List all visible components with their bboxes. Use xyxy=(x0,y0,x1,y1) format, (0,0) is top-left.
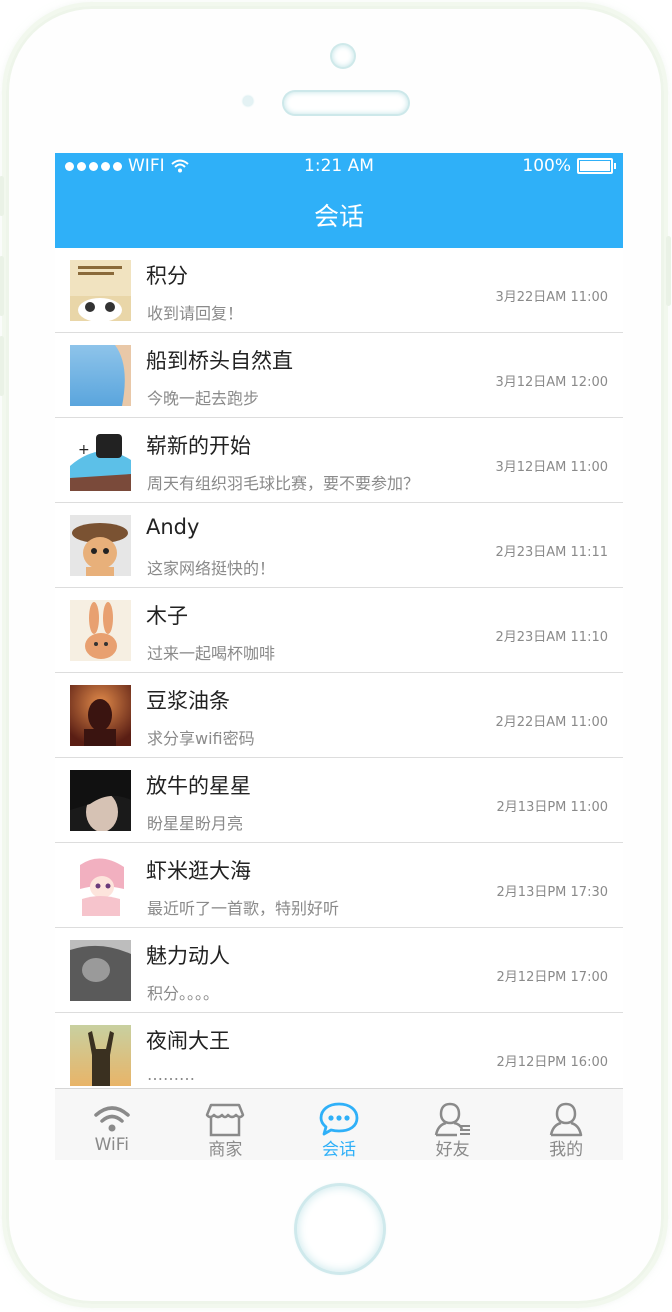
tab-label: WiFi xyxy=(94,1135,130,1155)
avatar-cap-boy-image: + xyxy=(70,430,131,491)
volume-up-button xyxy=(0,256,4,316)
contact-name: 放牛的星星 xyxy=(146,774,251,798)
conversation-row[interactable]: 魅力动人 积分。。。。 2月12日PM 17:00 xyxy=(55,928,623,1013)
avatar-dark-hair-image xyxy=(70,770,131,831)
conversation-row[interactable]: 夜闹大王 ……… 2月12日PM 16:00 xyxy=(55,1013,623,1088)
last-message: 今晚一起去跑步 xyxy=(147,389,260,408)
avatar-sky-image xyxy=(70,345,131,406)
battery-icon xyxy=(577,158,616,174)
contact-name: 豆浆油条 xyxy=(146,689,230,713)
tab-chat[interactable]: 会话 xyxy=(282,1089,396,1160)
avatar-anime-girl-image xyxy=(70,855,131,916)
contact-name: 魅力动人 xyxy=(146,944,230,968)
front-camera xyxy=(332,45,354,67)
message-date: 2月13日PM 17:30 xyxy=(496,885,608,900)
message-date: 2月12日PM 16:00 xyxy=(496,1055,608,1070)
message-date: 2月23日AM 11:10 xyxy=(495,630,608,645)
chat-bubble-icon xyxy=(319,1102,359,1136)
wifi-icon xyxy=(94,1106,130,1132)
contact-name: Andy xyxy=(146,515,200,539)
message-date: 3月12日AM 11:00 xyxy=(495,460,608,475)
contact-name: 船到桥头自然直 xyxy=(146,349,293,373)
avatar-panda-image xyxy=(70,260,131,321)
last-message: 周天有组织羽毛球比赛，要不要参加？ xyxy=(147,474,420,493)
conversation-row[interactable]: + 崭新的开始 周天有组织羽毛球比赛，要不要参加？ 3月12日AM 11:00 xyxy=(55,418,623,503)
message-date: 2月13日PM 11:00 xyxy=(496,800,608,815)
tab-label: 会话 xyxy=(321,1140,356,1160)
avatar-silhouette-image xyxy=(70,685,131,746)
mute-switch xyxy=(0,176,4,216)
svg-text:+: + xyxy=(78,442,90,458)
conversation-row[interactable]: 积分 收到请回复！ 3月22日AM 11:00 xyxy=(55,248,623,333)
last-message: ……… xyxy=(147,1065,195,1084)
tab-me[interactable]: 我的 xyxy=(509,1089,623,1160)
last-message: 这家网络挺快的！ xyxy=(147,559,276,578)
avatar-sunset-image xyxy=(70,1025,131,1086)
conversation-row[interactable]: 船到桥头自然直 今晚一起去跑步 3月12日AM 12:00 xyxy=(55,333,623,418)
message-date: 2月22日AM 11:00 xyxy=(495,715,608,730)
power-button xyxy=(666,236,671,306)
tab-label: 我的 xyxy=(549,1140,584,1160)
contact-name: 崭新的开始 xyxy=(146,434,251,458)
status-bar: WIFI 1:21 AM 100% xyxy=(55,153,623,181)
contact-name: 夜闹大王 xyxy=(146,1029,230,1053)
conversation-list: 积分 收到请回复！ 3月22日AM 11:00 船到桥头自然直 今晚一起去跑步 … xyxy=(55,248,623,1088)
avatar-bw-portrait-image xyxy=(70,940,131,1001)
conversation-row[interactable]: 豆浆油条 求分享wifi密码 2月22日AM 11:00 xyxy=(55,673,623,758)
message-date: 2月23日AM 11:11 xyxy=(495,545,608,560)
message-date: 2月12日PM 17:00 xyxy=(496,970,608,985)
avatar-kitten-image xyxy=(70,515,131,576)
tab-friends[interactable]: 好友 xyxy=(396,1089,510,1160)
tab-shop[interactable]: 商家 xyxy=(169,1089,283,1160)
contact-name: 木子 xyxy=(146,604,188,628)
page-title: 会话 xyxy=(313,201,364,231)
shop-icon xyxy=(206,1103,245,1137)
volume-down-button xyxy=(0,336,4,396)
contact-name: 虾米逛大海 xyxy=(146,859,251,883)
conversation-row[interactable]: 虾米逛大海 最近听了一首歌，特别好听 2月13日PM 17:30 xyxy=(55,843,623,928)
friends-icon xyxy=(434,1102,470,1137)
tab-label: 商家 xyxy=(208,1140,243,1160)
tab-bar: WiFi 商家 会话 好友 我的 xyxy=(55,1088,623,1160)
last-message: 求分享wifi密码 xyxy=(147,729,255,748)
last-message: 最近听了一首歌，特别好听 xyxy=(147,899,340,918)
app-screen: WIFI 1:21 AM 100% 会话 积分 收到请回复！ 3月22日AM 1… xyxy=(55,153,623,1160)
last-message: 盼星星盼月亮 xyxy=(147,814,244,833)
conversation-row[interactable]: 放牛的星星 盼星星盼月亮 2月13日PM 11:00 xyxy=(55,758,623,843)
message-date: 3月12日AM 12:00 xyxy=(495,375,608,390)
nav-bar: 会话 xyxy=(55,181,623,248)
home-button[interactable] xyxy=(297,1186,383,1272)
contact-name: 积分 xyxy=(146,264,188,288)
avatar-bunny-image xyxy=(70,600,131,661)
last-message: 收到请回复！ xyxy=(147,304,244,323)
tab-wifi[interactable]: WiFi xyxy=(55,1089,169,1160)
conversation-row[interactable]: Andy 这家网络挺快的！ 2月23日AM 11:11 xyxy=(55,503,623,588)
last-message: 过来一起喝杯咖啡 xyxy=(147,644,276,663)
last-message: 积分。。。。 xyxy=(147,984,220,1003)
user-icon xyxy=(549,1102,583,1137)
proximity-sensor xyxy=(243,96,253,106)
earpiece-speaker xyxy=(284,92,408,114)
conversation-row[interactable]: 木子 过来一起喝杯咖啡 2月23日AM 11:10 xyxy=(55,588,623,673)
tab-label: 好友 xyxy=(435,1140,470,1160)
battery-percentage: 100% xyxy=(522,156,571,176)
message-date: 3月22日AM 11:00 xyxy=(495,290,608,305)
